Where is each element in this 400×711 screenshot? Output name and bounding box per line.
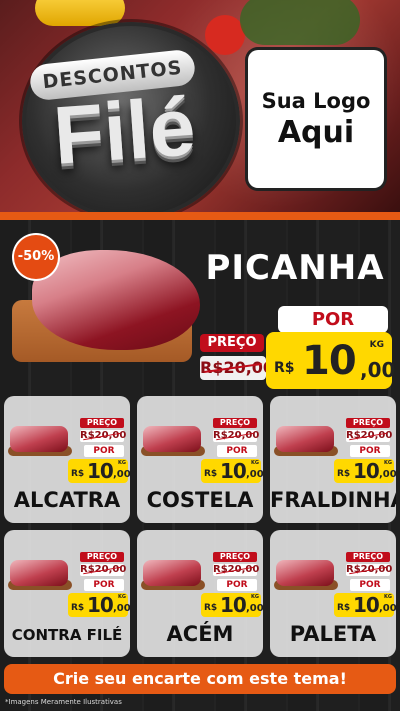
meat-image (10, 560, 68, 586)
preco-label: PREÇO (213, 418, 257, 428)
create-flyer-button[interactable]: Crie seu encarte com este tema! (4, 664, 396, 694)
por-label: POR (217, 579, 257, 591)
unit: KG (384, 460, 392, 466)
price-integer: 10 (353, 593, 380, 617)
por-label: POR (350, 445, 390, 457)
price-decimal: ,00 (113, 469, 130, 480)
product-name: CONTRA FILÉ (11, 626, 123, 644)
preco-label: PREÇO (346, 418, 390, 428)
featured-price-decimal: ,00 (360, 358, 396, 382)
price-tag: R$ 10 ,00 KG (68, 593, 130, 617)
tomato-image (205, 15, 245, 55)
price-integer: 10 (87, 459, 114, 483)
currency: R$ (204, 603, 218, 613)
product-card[interactable]: PREÇO R$20,00 POR R$ 10 ,00 KG FRALDINHA (270, 396, 396, 523)
logo-placeholder[interactable]: Sua Logo Aqui (248, 50, 384, 188)
price-integer: 10 (220, 459, 247, 483)
badge-main-title: Filé (50, 81, 199, 182)
pepper-image (35, 0, 125, 26)
price-decimal: ,00 (379, 469, 396, 480)
unit: KG (251, 594, 259, 600)
price-decimal: ,00 (113, 603, 130, 614)
featured-price-tag: R$ 10 ,00 KG (266, 332, 396, 389)
unit: KG (118, 594, 126, 600)
preco-label: PREÇO (80, 552, 124, 562)
featured-old-price-box: PREÇO R$20,00 (200, 334, 274, 382)
product-name: ACÉM (166, 622, 234, 646)
price-integer: 10 (353, 459, 380, 483)
currency: R$ (337, 469, 351, 479)
price-tag: R$ 10 ,00 KG (68, 459, 130, 483)
product-name: ALCATRA (13, 488, 121, 512)
price-tag: R$ 10 ,00 KG (201, 593, 263, 617)
product-name: COSTELA (146, 488, 254, 512)
currency: R$ (71, 603, 85, 613)
product-card[interactable]: PREÇO R$20,00 POR R$ 10 ,00 KG CONTRA FI… (4, 530, 130, 657)
price-tag: R$ 10 ,00 KG (334, 593, 396, 617)
product-name: PALETA (289, 622, 377, 646)
preco-label: PREÇO (346, 552, 390, 562)
price-decimal: ,00 (246, 603, 263, 614)
currency: R$ (71, 469, 85, 479)
por-label: POR (350, 579, 390, 591)
meat-image (143, 426, 201, 452)
por-label: POR (84, 579, 124, 591)
featured-currency: R$ (274, 360, 295, 376)
old-price: R$20,00 (80, 564, 127, 576)
price-tag: R$ 10 ,00 KG (334, 459, 396, 483)
unit: KG (384, 594, 392, 600)
unit: KG (118, 460, 126, 466)
product-name: FRALDINHA (270, 488, 396, 512)
old-price: R$20,00 (213, 564, 260, 576)
herb-image (240, 0, 360, 45)
divider-band (0, 212, 400, 220)
logo-line-1: Sua Logo (261, 88, 371, 113)
featured-unit: KG (369, 340, 384, 350)
price-decimal: ,00 (246, 469, 263, 480)
meat-image (276, 560, 334, 586)
meat-image (143, 560, 201, 586)
discount-badge: -50% (14, 235, 58, 279)
price-integer: 10 (87, 593, 114, 617)
por-label: POR (217, 445, 257, 457)
price-integer: 10 (220, 593, 247, 617)
currency: R$ (204, 469, 218, 479)
por-label: POR (84, 445, 124, 457)
product-card[interactable]: PREÇO R$20,00 POR R$ 10 ,00 KG PALETA (270, 530, 396, 657)
featured-price-integer: 10 (302, 338, 357, 384)
old-price: R$20,00 (213, 430, 260, 442)
meat-image (276, 426, 334, 452)
product-card[interactable]: PREÇO R$20,00 POR R$ 10 ,00 KG ALCATRA (4, 396, 130, 523)
featured-old-price: R$20,00 (200, 356, 274, 380)
price-decimal: ,00 (379, 603, 396, 614)
product-card[interactable]: PREÇO R$20,00 POR R$ 10 ,00 KG ACÉM (137, 530, 263, 657)
currency: R$ (337, 603, 351, 613)
meat-image (10, 426, 68, 452)
featured-preco-label: PREÇO (200, 334, 264, 352)
product-grid: PREÇO R$20,00 POR R$ 10 ,00 KG ALCATRA P… (4, 396, 396, 660)
old-price: R$20,00 (346, 564, 393, 576)
featured-title: PICANHA (205, 248, 385, 288)
preco-label: PREÇO (80, 418, 124, 428)
old-price: R$20,00 (80, 430, 127, 442)
price-tag: R$ 10 ,00 KG (201, 459, 263, 483)
featured-por-label: POR (278, 306, 388, 333)
old-price: R$20,00 (346, 430, 393, 442)
unit: KG (251, 460, 259, 466)
product-card[interactable]: PREÇO R$20,00 POR R$ 10 ,00 KG COSTELA (137, 396, 263, 523)
footnote: *Imagens Meramente Ilustrativas (5, 698, 122, 706)
logo-line-2: Aqui (277, 114, 355, 150)
preco-label: PREÇO (213, 552, 257, 562)
